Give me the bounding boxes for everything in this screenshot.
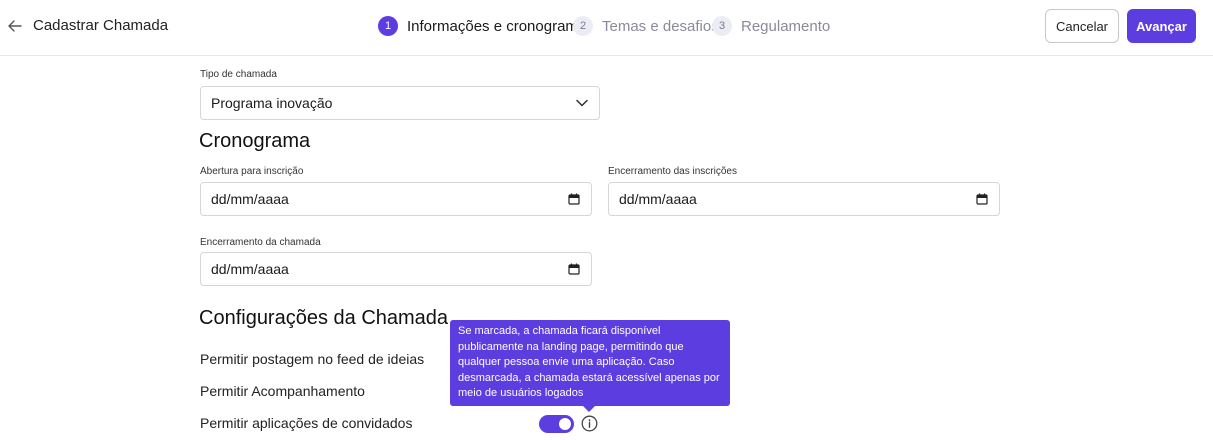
configuracoes-heading: Configurações da Chamada bbox=[199, 307, 449, 329]
info-tooltip: Se marcada, a chamada ficará disponível … bbox=[450, 320, 730, 406]
encerramento-inscricoes-label: Encerramento das inscrições bbox=[608, 166, 737, 177]
step-3[interactable]: 3 Regulamento bbox=[712, 14, 830, 38]
calendar-icon[interactable] bbox=[567, 192, 581, 206]
encerramento-inscricoes-value: dd/mm/aaaa bbox=[619, 191, 697, 207]
tipo-select[interactable]: Programa inovação bbox=[200, 86, 600, 120]
step-number: 2 bbox=[573, 16, 593, 36]
top-bar: Cadastrar Chamada 1 Informações e cronog… bbox=[0, 0, 1213, 56]
encerramento-inscricoes-date-input[interactable]: dd/mm/aaaa bbox=[608, 182, 1000, 216]
cancel-button[interactable]: Cancelar bbox=[1045, 9, 1119, 43]
step-label: Temas e desafios bbox=[602, 17, 719, 35]
chevron-down-icon bbox=[575, 96, 589, 110]
step-label: Regulamento bbox=[741, 17, 831, 35]
page-title: Cadastrar Chamada bbox=[33, 17, 169, 34]
encerramento-chamada-value: dd/mm/aaaa bbox=[211, 261, 289, 277]
calendar-icon[interactable] bbox=[975, 192, 989, 206]
setting-feed-ideias: Permitir postagem no feed de ideias bbox=[200, 351, 425, 367]
tooltip-arrow bbox=[582, 405, 596, 412]
step-number: 3 bbox=[712, 16, 732, 36]
calendar-icon[interactable] bbox=[567, 262, 581, 276]
step-number: 1 bbox=[378, 16, 398, 36]
step-2[interactable]: 2 Temas e desafios bbox=[573, 14, 719, 38]
abertura-label: Abertura para inscrição bbox=[200, 166, 304, 177]
tipo-label: Tipo de chamada bbox=[200, 69, 277, 80]
arrow-left-icon[interactable] bbox=[6, 17, 24, 35]
cronograma-heading: Cronograma bbox=[199, 130, 311, 152]
encerramento-chamada-date-input[interactable]: dd/mm/aaaa bbox=[200, 252, 592, 286]
info-icon[interactable] bbox=[581, 415, 598, 432]
abertura-value: dd/mm/aaaa bbox=[211, 191, 289, 207]
tipo-value: Programa inovação bbox=[211, 95, 333, 111]
abertura-date-input[interactable]: dd/mm/aaaa bbox=[200, 182, 592, 216]
setting-acompanhamento: Permitir Acompanhamento bbox=[200, 383, 365, 399]
setting-aplicacoes-convidados: Permitir aplicações de convidados bbox=[200, 415, 413, 431]
toggle-knob bbox=[559, 418, 571, 430]
aplicacoes-convidados-toggle[interactable] bbox=[539, 415, 574, 433]
step-label: Informações e cronograma bbox=[407, 17, 587, 35]
step-1[interactable]: 1 Informações e cronograma bbox=[378, 14, 586, 38]
next-button[interactable]: Avançar bbox=[1127, 9, 1196, 43]
encerramento-chamada-label: Encerramento da chamada bbox=[200, 237, 321, 248]
